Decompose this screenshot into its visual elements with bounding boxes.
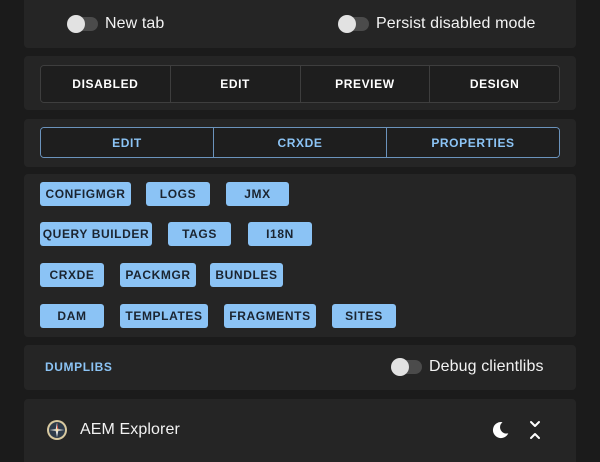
tool-bundles-button[interactable]: BUNDLES xyxy=(210,263,283,287)
tool-i18n-button[interactable]: I18N xyxy=(248,222,312,246)
tool-templates-button[interactable]: TEMPLATES xyxy=(120,304,208,328)
toggles-panel: New tab Persist disabled mode xyxy=(24,0,576,48)
new-tab-switch[interactable] xyxy=(67,15,98,33)
tool-logs-button[interactable]: LOGS xyxy=(146,182,210,206)
tool-configmgr-button[interactable]: CONFIGMGR xyxy=(40,182,131,206)
collapse-icon[interactable] xyxy=(524,419,546,441)
new-tab-label: New tab xyxy=(105,15,165,32)
link-segmented-control: EDIT CRXDE PROPERTIES xyxy=(40,127,560,158)
app-title: AEM Explorer xyxy=(80,421,180,438)
compass-logo-icon xyxy=(47,420,67,440)
mode-design-button[interactable]: DESIGN xyxy=(430,66,559,102)
mode-preview-button[interactable]: PREVIEW xyxy=(300,66,431,102)
switch-knob xyxy=(391,358,409,376)
link-properties-button[interactable]: PROPERTIES xyxy=(387,128,559,157)
persist-disabled-switch[interactable] xyxy=(338,15,369,33)
tool-query-builder-button[interactable]: QUERY BUILDER xyxy=(40,222,152,246)
tool-crxde-button[interactable]: CRXDE xyxy=(40,263,104,287)
dumplibs-panel: DUMPLIBS Debug clientlibs xyxy=(24,345,576,390)
debug-clientlibs-toggle-group[interactable]: Debug clientlibs xyxy=(391,357,544,377)
footer-bar: AEM Explorer xyxy=(24,399,576,462)
mode-disabled-button[interactable]: DISABLED xyxy=(41,66,171,102)
tools-panel: CONFIGMGR LOGS JMX QUERY BUILDER TAGS I1… xyxy=(24,174,576,337)
debug-clientlibs-label: Debug clientlibs xyxy=(429,358,544,375)
moon-icon[interactable] xyxy=(489,419,511,441)
tool-tags-button[interactable]: TAGS xyxy=(168,222,231,246)
link-crxde-button[interactable]: CRXDE xyxy=(214,128,387,157)
tool-fragments-button[interactable]: FRAGMENTS xyxy=(224,304,316,328)
tool-jmx-button[interactable]: JMX xyxy=(226,182,289,206)
tool-packmgr-button[interactable]: PACKMGR xyxy=(120,263,196,287)
tool-sites-button[interactable]: SITES xyxy=(332,304,396,328)
mode-segmented-control: DISABLED EDIT PREVIEW DESIGN xyxy=(40,65,560,103)
modes-panel: DISABLED EDIT PREVIEW DESIGN xyxy=(24,56,576,110)
links-panel: EDIT CRXDE PROPERTIES xyxy=(24,119,576,167)
switch-knob xyxy=(67,15,85,33)
persist-disabled-toggle-group[interactable]: Persist disabled mode xyxy=(338,14,536,34)
debug-clientlibs-switch[interactable] xyxy=(391,358,422,376)
switch-knob xyxy=(338,15,356,33)
persist-disabled-label: Persist disabled mode xyxy=(376,15,536,32)
mode-edit-button[interactable]: EDIT xyxy=(170,66,301,102)
dumplibs-link[interactable]: DUMPLIBS xyxy=(45,360,112,374)
new-tab-toggle-group[interactable]: New tab xyxy=(67,14,165,34)
tool-dam-button[interactable]: DAM xyxy=(40,304,104,328)
link-edit-button[interactable]: EDIT xyxy=(41,128,214,157)
